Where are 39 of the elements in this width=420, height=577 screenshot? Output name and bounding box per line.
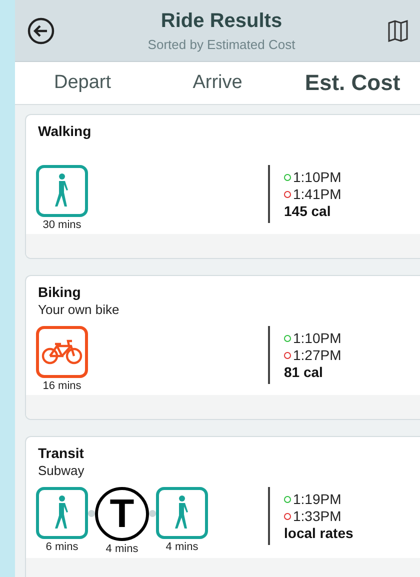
depart-time: 1:10PM [293, 330, 342, 346]
segment-duration: 16 mins [42, 380, 82, 392]
depart-time: 1:10PM [293, 169, 342, 185]
bicycle-icon [41, 338, 83, 366]
subway-logo: T [95, 487, 149, 541]
result-title: Walking [38, 123, 92, 139]
segment-duration: 30 mins [42, 219, 82, 231]
sort-tab[interactable]: Depart [15, 66, 150, 100]
start-circle-icon [284, 174, 291, 180]
depart-time: 1:19PM [293, 491, 342, 507]
sort-tab[interactable]: Arrive [150, 66, 285, 100]
result-card[interactable]: Transit Subway 6 mins T 4 mins 4 mins 1:19PM 1:33PM local rates [25, 436, 420, 577]
arrive-time: 1:41PM [293, 186, 342, 202]
screen-title: Ride Results [160, 10, 282, 32]
segment-duration: 6 mins [46, 541, 78, 553]
arrive-time: 1:33PM [293, 508, 342, 524]
end-circle-icon [284, 190, 291, 198]
connector-dot [88, 510, 95, 517]
map-icon[interactable] [388, 20, 408, 42]
connector-dot [149, 510, 156, 517]
result-card[interactable]: Walking 30 mins 1:10PM 1:41PM 145 cal [25, 114, 420, 259]
result-subtitle: Your own bike [38, 302, 120, 317]
back-icon[interactable] [27, 16, 55, 44]
result-cost: 81 cal [284, 364, 324, 380]
end-circle-icon [284, 352, 291, 358]
result-card[interactable]: Biking Your own bike 16 mins 1:10PM 1:27PM 81 cal [25, 275, 420, 420]
result-title: Transit [38, 445, 85, 461]
segment-duration: 4 mins [106, 543, 138, 555]
result-title: Biking [38, 284, 82, 300]
sort-tab[interactable]: Est. Cost [285, 64, 420, 102]
start-circle-icon [284, 334, 291, 342]
end-circle-icon [284, 512, 291, 520]
screen-subtitle: Sorted by Estimated Cost [148, 36, 296, 52]
result-cost: local rates [284, 525, 354, 541]
segment-duration: 4 mins [166, 541, 198, 553]
start-circle-icon [284, 496, 291, 502]
arrive-time: 1:27PM [293, 347, 342, 363]
result-subtitle: Subway [38, 463, 86, 478]
result-cost: 145 cal [284, 203, 332, 219]
